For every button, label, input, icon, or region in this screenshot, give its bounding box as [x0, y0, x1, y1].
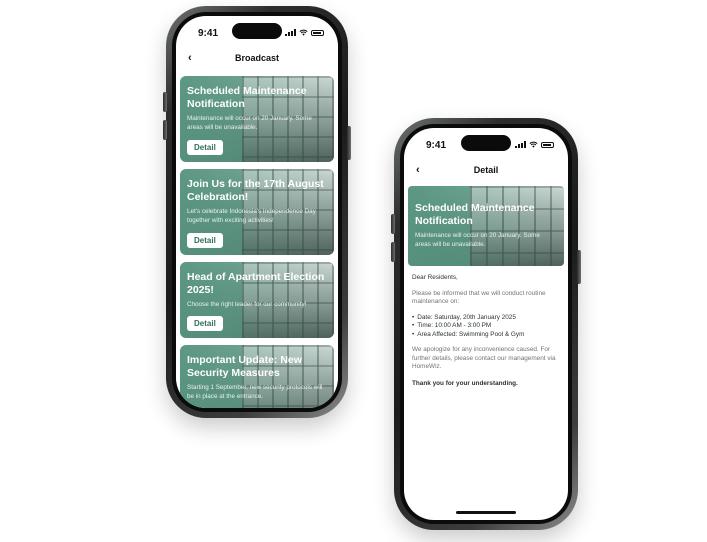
- cellular-signal-icon: [515, 141, 526, 148]
- detail-screen: 9:41 ‹ Detail Scheduled Maintenance Noti…: [404, 128, 568, 520]
- card-title: Scheduled Maintenance Notification: [187, 85, 307, 110]
- announcement-body: Dear Residents, Please be informed that …: [412, 274, 560, 388]
- detail-button[interactable]: Detail: [187, 316, 223, 331]
- battery-icon: [541, 141, 554, 148]
- volume-up-button: [163, 92, 167, 112]
- hero-description: Maintenance will occur on 20 January. So…: [415, 232, 540, 248]
- cellular-signal-icon: [285, 29, 296, 36]
- dynamic-island: [232, 23, 282, 39]
- wifi-icon: [299, 29, 308, 36]
- status-time: 9:41: [426, 140, 447, 151]
- card-title: Join Us for the 17th August Celebration!: [187, 178, 324, 203]
- broadcast-card[interactable]: Important Update: New Security Measures …: [180, 345, 334, 408]
- card-description: Let's celebrate Indonesia's Independence…: [187, 208, 316, 224]
- power-button: [347, 126, 351, 160]
- thanks-text: Thank you for your understanding.: [412, 379, 518, 387]
- wifi-icon: [529, 141, 538, 148]
- status-time: 9:41: [198, 28, 219, 39]
- broadcast-card[interactable]: Scheduled Maintenance Notification Maint…: [180, 76, 334, 162]
- dynamic-island: [461, 135, 511, 151]
- battery-icon: [311, 29, 324, 36]
- status-icons: [285, 29, 324, 36]
- greeting-text: Dear Residents,: [412, 274, 458, 281]
- list-item: Area Affected: Swimming Pool & Gym: [412, 331, 560, 340]
- apology-text: We apologize for any inconvenience cause…: [412, 346, 556, 370]
- broadcast-card[interactable]: Head of Apartment Election 2025! Choose …: [180, 262, 334, 338]
- volume-down-button: [391, 242, 395, 262]
- hero-title: Scheduled Maintenance Notification: [415, 202, 535, 227]
- nav-bar: ‹ Broadcast: [176, 50, 338, 70]
- list-item: Time: 10:00 AM - 3:00 PM: [412, 322, 560, 331]
- broadcast-card[interactable]: Join Us for the 17th August Celebration!…: [180, 169, 334, 255]
- detail-hero-banner: Scheduled Maintenance Notification Maint…: [408, 186, 564, 266]
- card-description: Maintenance will occur on 20 January. So…: [187, 115, 312, 131]
- detail-button[interactable]: Detail: [187, 140, 223, 155]
- card-description: Choose the right leader for our communit…: [187, 301, 307, 308]
- broadcast-list: Scheduled Maintenance Notification Maint…: [180, 76, 334, 408]
- detail-button[interactable]: Detail: [187, 233, 223, 248]
- volume-down-button: [163, 120, 167, 140]
- status-bar: 9:41: [404, 128, 568, 162]
- maintenance-details-list: Date: Saturday, 20th January 2025 Time: …: [412, 314, 560, 340]
- status-icons: [515, 141, 554, 148]
- power-button: [577, 250, 581, 284]
- status-bar: 9:41: [176, 16, 338, 50]
- page-title: Broadcast: [234, 53, 279, 63]
- page-title: Detail: [473, 165, 499, 175]
- card-description: Starting 1 September, new security proto…: [187, 384, 323, 400]
- broadcast-screen: 9:41 ‹ Broadcast Scheduled Maintenance N…: [176, 16, 338, 408]
- nav-bar: ‹ Detail: [404, 162, 568, 182]
- card-title: Important Update: New Security Measures: [187, 354, 302, 379]
- phone-broadcast: 9:41 ‹ Broadcast Scheduled Maintenance N…: [163, 6, 351, 418]
- intro-text: Please be informed that we will conduct …: [412, 289, 546, 306]
- home-indicator[interactable]: [456, 511, 516, 514]
- phone-detail: 9:41 ‹ Detail Scheduled Maintenance Noti…: [391, 118, 581, 530]
- card-title: Head of Apartment Election 2025!: [187, 271, 325, 296]
- list-item: Date: Saturday, 20th January 2025: [412, 314, 560, 323]
- volume-up-button: [391, 214, 395, 234]
